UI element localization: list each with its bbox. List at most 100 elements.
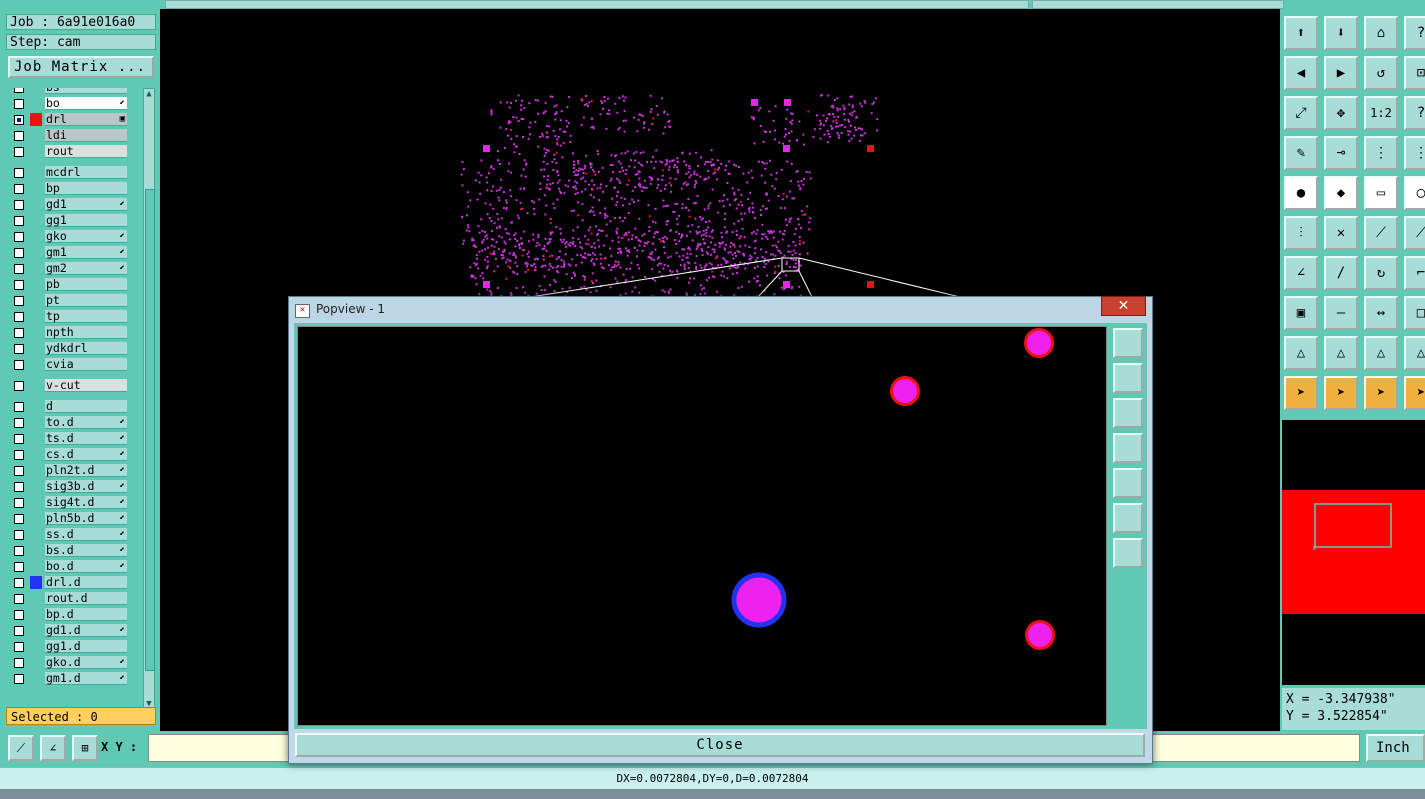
layer-row[interactable]: pb <box>6 277 141 293</box>
pan-right-icon[interactable]: ▶ <box>1324 56 1358 90</box>
layer-row[interactable]: ts.d ⬋ <box>6 431 141 447</box>
layer-checkbox[interactable] <box>14 578 24 588</box>
pointer4-icon[interactable]: ➤ <box>1404 376 1425 410</box>
layer-list-scrollbar[interactable]: ▲ ▼ <box>143 88 155 710</box>
layer-name[interactable]: ldi <box>45 129 127 142</box>
triangle4-icon[interactable]: △ <box>1404 336 1425 370</box>
layer-checkbox[interactable] <box>14 498 24 508</box>
layer-checkbox[interactable] <box>14 88 24 93</box>
layer-checkbox[interactable] <box>14 200 24 210</box>
layer-row[interactable]: npth <box>6 325 141 341</box>
pan-left-icon[interactable] <box>1113 433 1143 463</box>
layer-name[interactable]: ts.d ⬋ <box>45 432 127 445</box>
layer-name[interactable]: bs.d ⬋ <box>45 544 127 557</box>
snap-mode-icon[interactable]: ⟋ <box>8 735 34 761</box>
layer-checkbox[interactable] <box>14 280 24 290</box>
layer-row[interactable]: gko.d ⬋ <box>6 655 141 671</box>
layer-row[interactable]: rout <box>6 144 141 160</box>
layer-name[interactable]: bp.d <box>45 608 127 621</box>
layer-row[interactable]: rout.d <box>6 591 141 607</box>
layer-name[interactable]: bo.d ⬋ <box>45 560 127 573</box>
pad-add-icon[interactable]: ▣ <box>1284 296 1318 330</box>
layer-checkbox[interactable] <box>14 344 24 354</box>
layer-checkbox[interactable] <box>14 184 24 194</box>
layer-name[interactable]: cs.d ⬋ <box>45 448 127 461</box>
pointer3-icon[interactable]: ➤ <box>1364 376 1398 410</box>
query-icon[interactable]: ? <box>1404 96 1425 130</box>
zoom-1to1-icon[interactable]: 1:2 <box>1364 96 1398 130</box>
layer-name[interactable]: pt <box>45 294 127 307</box>
layer-checkbox[interactable] <box>14 99 24 109</box>
grid-icon[interactable]: ⊞ <box>72 735 98 761</box>
layer-checkbox[interactable] <box>14 248 24 258</box>
zoom-fit-icon[interactable]: ⤢ <box>1284 96 1318 130</box>
page-up-icon[interactable] <box>1113 363 1143 393</box>
polygon-icon[interactable]: ◆ <box>1324 176 1358 210</box>
layer-row[interactable]: pln5b.d ⬋ <box>6 511 141 527</box>
layer-checkbox[interactable] <box>14 562 24 572</box>
layer-row[interactable]: ss.d ⬋ <box>6 527 141 543</box>
pan-left-icon[interactable]: ◀ <box>1284 56 1318 90</box>
layer-name[interactable]: gm1.d ⬋ <box>45 672 127 685</box>
layer-name[interactable]: drl ▣ <box>45 113 127 126</box>
layer-name[interactable]: to.d ⬋ <box>45 416 127 429</box>
dimension-icon[interactable]: ↔ <box>1364 296 1398 330</box>
layer-row[interactable]: gm1 ⬋ <box>6 245 141 261</box>
layer-checkbox[interactable] <box>14 216 24 226</box>
layer-checkbox[interactable] <box>14 546 24 556</box>
undo-icon[interactable]: ↺ <box>1364 56 1398 90</box>
popview-canvas[interactable] <box>297 326 1107 726</box>
layer-row[interactable]: drl ▣ <box>6 112 141 128</box>
layer-name[interactable]: gg1 <box>45 214 127 227</box>
layer-row[interactable]: gg1 <box>6 213 141 229</box>
layer-name[interactable]: gm2 ⬋ <box>45 262 127 275</box>
close-button[interactable]: Close <box>295 733 1145 757</box>
layer-row[interactable]: to.d ⬋ <box>6 415 141 431</box>
measure-icon[interactable]: ✎ <box>1284 136 1318 170</box>
overview-map[interactable]: x <box>1282 420 1425 685</box>
layer-checkbox[interactable] <box>14 402 24 412</box>
layer-row[interactable]: bs⬋ <box>6 88 141 96</box>
layer-row[interactable]: pt <box>6 293 141 309</box>
connect-icon[interactable]: ⫶ <box>1284 216 1318 250</box>
net-icon[interactable]: ⋮ <box>1364 136 1398 170</box>
layer-row[interactable]: mcdrl <box>6 165 141 181</box>
layer-name[interactable]: pb <box>45 278 127 291</box>
layer-checkbox[interactable] <box>14 296 24 306</box>
layer-row[interactable]: sig3b.d ⬋ <box>6 479 141 495</box>
zoom-center-icon[interactable] <box>1113 538 1143 568</box>
layer-name[interactable]: bo ⬋ <box>45 97 127 110</box>
layer-name[interactable]: sig3b.d ⬋ <box>45 480 127 493</box>
pointer2-icon[interactable]: ➤ <box>1324 376 1358 410</box>
layer-checkbox[interactable] <box>14 466 24 476</box>
layer-name[interactable]: gd1.d ⬋ <box>45 624 127 637</box>
layer-name[interactable]: drl.d <box>45 576 127 589</box>
snap-icon[interactable]: ⊸ <box>1324 136 1358 170</box>
angle-mode-icon[interactable]: ∠ <box>40 735 66 761</box>
minus-icon[interactable]: — <box>1324 296 1358 330</box>
layer-checkbox[interactable] <box>14 131 24 141</box>
layer-checkbox[interactable] <box>14 232 24 242</box>
triangle2-icon[interactable]: △ <box>1324 336 1358 370</box>
layer-checkbox[interactable] <box>14 514 24 524</box>
layer-checkbox[interactable] <box>14 674 24 684</box>
layer-name[interactable]: rout.d <box>45 592 127 605</box>
zoom-fit-icon[interactable] <box>1113 503 1143 533</box>
layer-name[interactable]: gko ⬋ <box>45 230 127 243</box>
scroll-up-icon[interactable]: ▲ <box>144 89 154 99</box>
ruler-icon[interactable]: ▭ <box>1364 176 1398 210</box>
zoom-center-icon[interactable]: ✥ <box>1324 96 1358 130</box>
page-down-icon[interactable]: ⬇ <box>1324 16 1358 50</box>
line2-icon[interactable]: ⟋ <box>1404 216 1425 250</box>
layer-checkbox[interactable] <box>14 594 24 604</box>
triangle3-icon[interactable]: △ <box>1364 336 1398 370</box>
layer-checkbox[interactable] <box>14 626 24 636</box>
angle-icon[interactable]: ∠ <box>1284 256 1318 290</box>
scroll-thumb[interactable] <box>145 189 155 671</box>
layer-row[interactable]: gd1.d ⬋ <box>6 623 141 639</box>
layer-row[interactable]: bp.d <box>6 607 141 623</box>
layer-name[interactable]: rout <box>45 145 127 158</box>
layer-name[interactable]: ss.d ⬋ <box>45 528 127 541</box>
zoom-window-icon[interactable] <box>1113 328 1143 358</box>
zoom-window-icon[interactable]: ⊡ <box>1404 56 1425 90</box>
